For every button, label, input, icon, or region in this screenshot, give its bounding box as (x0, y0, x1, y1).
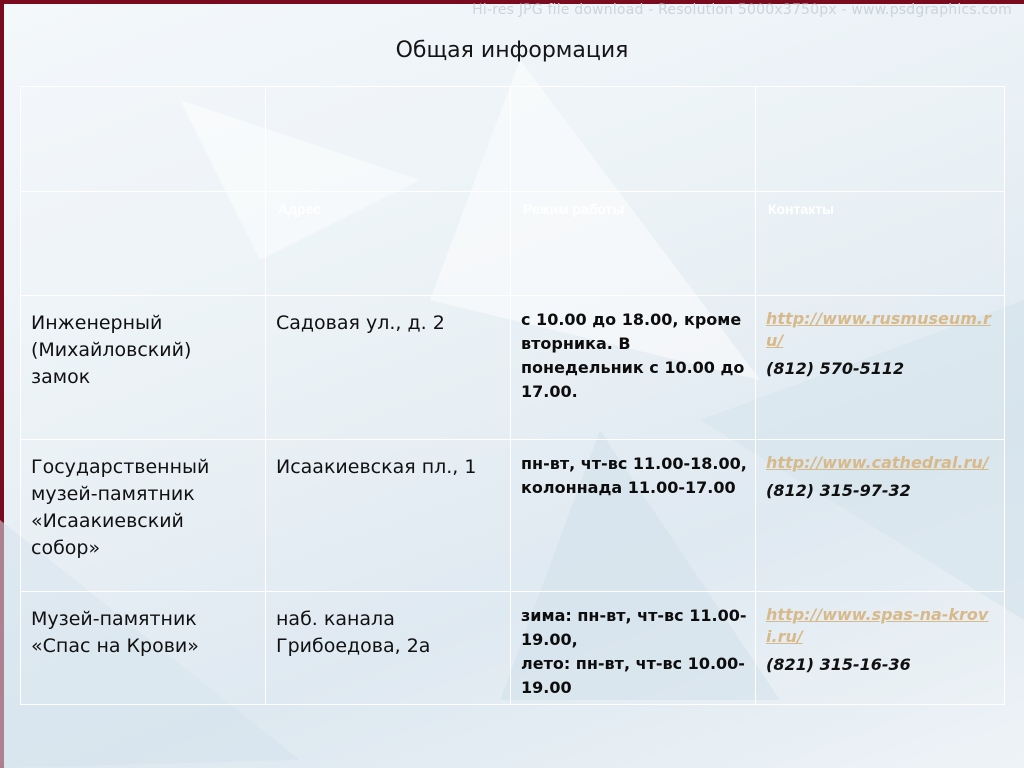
contacts-cell: http://www.spas-na-krovi.ru/ (821) 315-16… (755, 591, 1005, 705)
address-cell: наб. канала Грибоедова, 2а (265, 591, 511, 705)
name-cell: Инженерный (Михайловский) замок (20, 295, 266, 440)
table-cell (755, 86, 1005, 192)
table-cell (510, 86, 756, 192)
museum-website-link[interactable]: http://www.rusmuseum.ru/ (766, 308, 998, 352)
table-cell (20, 86, 266, 192)
table-row: Государственный музей-памятник «Исаакиев… (20, 439, 1005, 592)
museum-name: Государственный музей-памятник «Исаакиев… (31, 456, 210, 559)
table-row: Инженерный (Михайловский) замок Садовая … (20, 295, 1005, 440)
museum-address: Исаакиевская пл., 1 (276, 456, 477, 478)
header-cell-contacts: Контакты (755, 191, 1005, 296)
contacts-cell: http://www.cathedral.ru/ (812) 315-97-32 (755, 439, 1005, 592)
museum-name: Инженерный (Михайловский) замок (31, 312, 192, 388)
watermark-text: Hi-res JPG file download - Resolution 50… (472, 2, 1012, 18)
header-address: Адрес (278, 201, 321, 217)
museum-address: Садовая ул., д. 2 (276, 312, 445, 334)
museum-address: наб. канала Грибоедова, 2а (276, 608, 431, 657)
address-cell: Исаакиевская пл., 1 (265, 439, 511, 592)
page-title: Общая информация (395, 38, 629, 63)
header-hours: Режим работы (523, 201, 625, 217)
museum-website-link[interactable]: http://www.spas-na-krovi.ru/ (766, 604, 998, 648)
hours-cell: пн-вт, чт-вс 11.00-18.00, колоннада 11.0… (510, 439, 756, 592)
museum-phone: (812) 315-97-32 (766, 481, 911, 500)
contacts-cell: http://www.rusmuseum.ru/ (812) 570-5112 (755, 295, 1005, 440)
museum-phone: (812) 570-5112 (766, 359, 905, 378)
museum-hours: зима: пн-вт, чт-вс 11.00-19.00, лето: пн… (521, 606, 747, 697)
header-cell-hours: Режим работы (510, 191, 756, 296)
table-cell (20, 191, 266, 296)
table-empty-row (20, 86, 1005, 192)
museum-name: Музей-памятник «Спас на Крови» (31, 608, 199, 657)
name-cell: Государственный музей-памятник «Исаакиев… (20, 439, 266, 592)
header-cell-address: Адрес (265, 191, 511, 296)
museum-phone: (821) 315-16-36 (766, 655, 911, 674)
table-row: Музей-памятник «Спас на Крови» наб. кана… (20, 591, 1005, 705)
table-cell (265, 86, 511, 192)
museum-hours: с 10.00 до 18.00, кроме вторника. В поне… (521, 310, 745, 401)
info-table: Адрес Режим работы Контакты Инженерный (… (20, 86, 1005, 705)
museum-website-link[interactable]: http://www.cathedral.ru/ (766, 452, 998, 474)
hours-cell: зима: пн-вт, чт-вс 11.00-19.00, лето: пн… (510, 591, 756, 705)
name-cell: Музей-памятник «Спас на Крови» (20, 591, 266, 705)
address-cell: Садовая ул., д. 2 (265, 295, 511, 440)
header-contacts: Контакты (768, 201, 835, 217)
hours-cell: с 10.00 до 18.00, кроме вторника. В поне… (510, 295, 756, 440)
table-header-row: Адрес Режим работы Контакты (20, 191, 1005, 296)
museum-hours: пн-вт, чт-вс 11.00-18.00, колоннада 11.0… (521, 454, 747, 497)
